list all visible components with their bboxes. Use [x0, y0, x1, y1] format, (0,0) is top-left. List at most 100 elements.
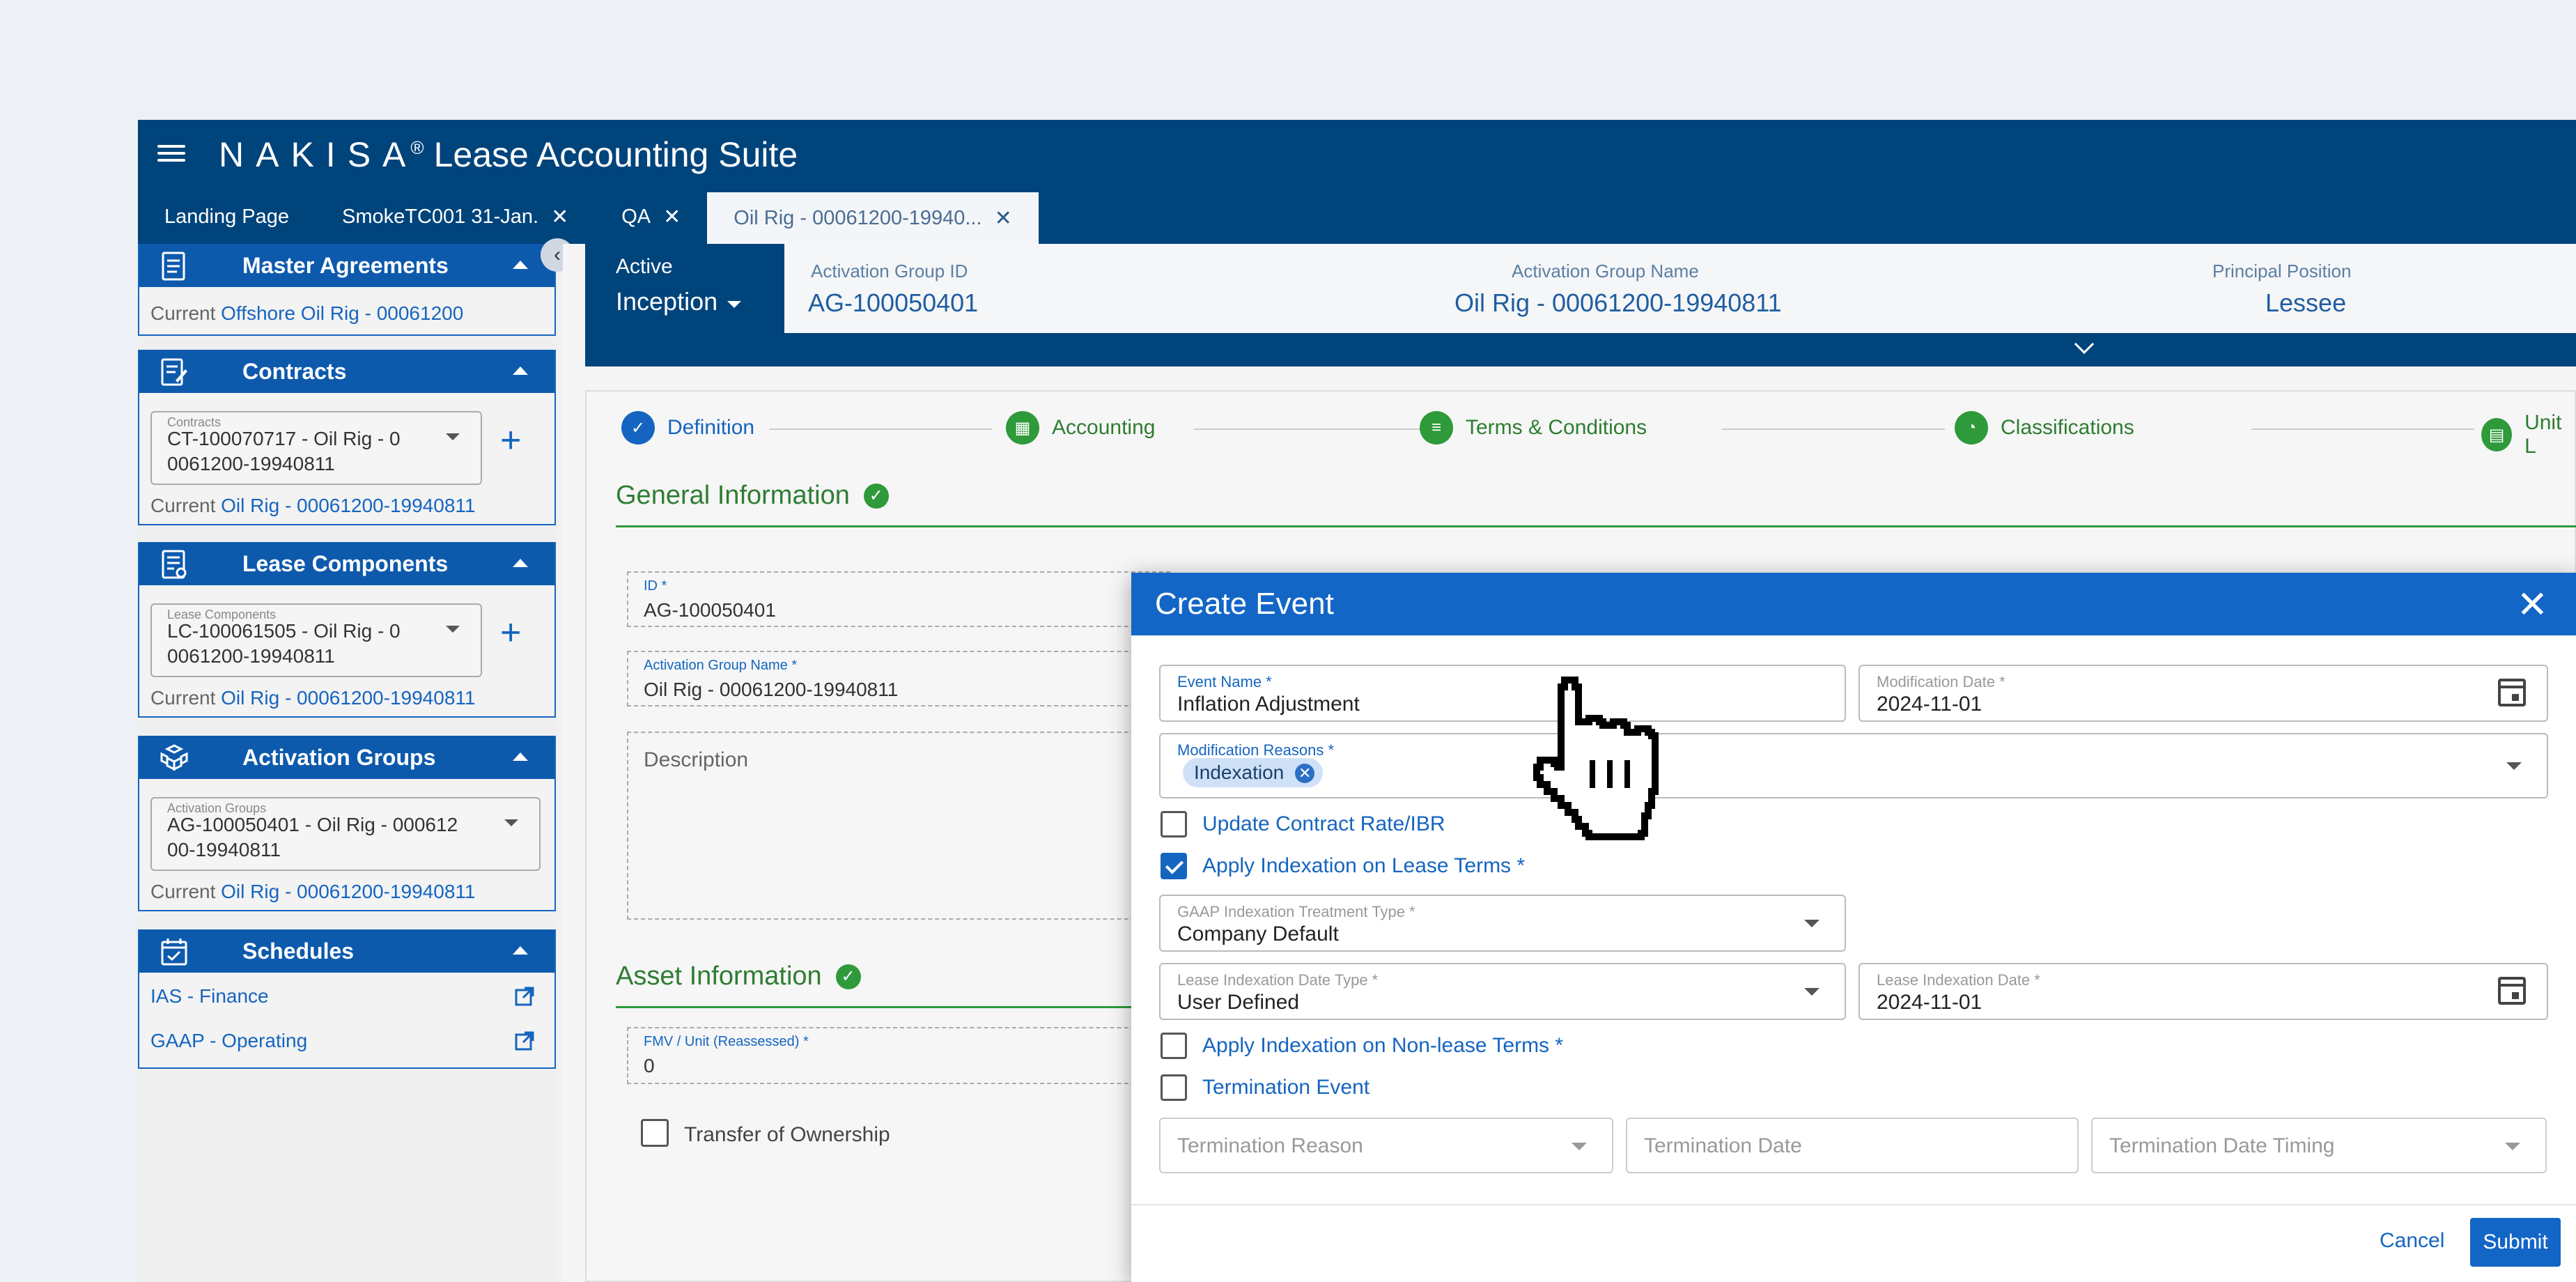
submit-button[interactable]: Submit	[2470, 1218, 2561, 1267]
current-link[interactable]: Oil Rig - 00061200-19940811	[221, 881, 475, 902]
modal-title: Create Event	[1155, 587, 1334, 621]
id-field[interactable]: ID * AG-100050401	[627, 571, 1170, 627]
reason-chip: Indexation ✕	[1183, 758, 1324, 787]
tab-bar: Landing Page SmokeTC001 31-Jan. ✕ QA ✕ Oil…	[138, 190, 2576, 244]
termination-event-checkbox[interactable]	[1161, 1074, 1187, 1101]
collapse-arrow-icon[interactable]	[513, 946, 528, 955]
update-contract-rate-checkbox[interactable]	[1161, 811, 1187, 837]
expand-chevron-icon[interactable]	[2074, 334, 2095, 355]
panel-header-activation-groups[interactable]: Activation Groups	[139, 736, 554, 779]
lease-components-select[interactable]: Lease Components LC-100061505 - Oil Rig …	[150, 603, 482, 677]
current-link[interactable]: Oil Rig - 00061200-19940811	[221, 495, 475, 516]
tab-qa[interactable]: QA ✕	[595, 191, 707, 242]
field-label: Activation Groups	[167, 801, 267, 815]
panel-master-agreements: Master Agreements Current Offshore Oil R…	[138, 244, 556, 336]
remove-chip-icon[interactable]: ✕	[1295, 764, 1315, 783]
panel-header-master-agreements[interactable]: Master Agreements	[139, 244, 554, 287]
collapse-arrow-icon[interactable]	[513, 559, 528, 567]
fmv-field[interactable]: FMV / Unit (Reassessed) * 0	[627, 1027, 1170, 1084]
gaap-indexation-select[interactable]: GAAP Indexation Treatment Type * Company…	[1159, 895, 1846, 952]
chevron-down-icon	[2505, 1143, 2520, 1150]
list-document-icon	[162, 550, 187, 579]
panel-header-schedules[interactable]: Schedules	[139, 929, 554, 973]
chevron-down-icon	[727, 301, 742, 308]
check-circle-icon: ✓	[621, 411, 655, 445]
non-lease-indexation-option[interactable]: Apply Indexation on Non-lease Terms *	[1161, 1033, 1563, 1059]
open-external-icon[interactable]	[514, 1030, 535, 1051]
schedule-link[interactable]: GAAP - Operating	[150, 1030, 307, 1052]
panel-title: Activation Groups	[242, 744, 436, 770]
cubes-icon	[160, 744, 188, 771]
schedule-link[interactable]: IAS - Finance	[150, 985, 269, 1007]
lease-indexation-date-field[interactable]: Lease Indexation Date * 2024-11-01	[1859, 963, 2548, 1020]
brand-logo: NAKISA®	[219, 135, 424, 174]
panel-header-contracts[interactable]: Contracts	[139, 350, 554, 393]
cancel-button[interactable]: Cancel	[2380, 1229, 2444, 1253]
top-bar: NAKISA® Lease Accounting Suite	[138, 120, 2576, 190]
add-contract-icon[interactable]: +	[500, 419, 521, 461]
add-lease-component-icon[interactable]: +	[500, 612, 521, 654]
close-icon[interactable]: ✕	[551, 205, 568, 229]
position-value: Lessee	[2265, 288, 2347, 317]
activation-groups-select[interactable]: Activation Groups AG-100050401 - Oil Rig…	[150, 797, 541, 871]
lease-indexation-date-type-select[interactable]: Lease Indexation Date Type * User Define…	[1159, 963, 1846, 1020]
tab-smoketc001[interactable]: SmokeTC001 31-Jan. ✕	[316, 191, 595, 242]
termination-reason-select[interactable]: Termination Reason	[1159, 1118, 1613, 1173]
termination-event-option[interactable]: Termination Event	[1161, 1074, 1370, 1101]
event-name-field[interactable]: Event Name * Inflation Adjustment	[1159, 665, 1846, 722]
current-link[interactable]: Offshore Oil Rig - 00061200	[221, 302, 463, 324]
collapse-arrow-icon[interactable]	[513, 752, 528, 761]
close-icon[interactable]: ✕	[663, 205, 681, 229]
modification-date-field[interactable]: Modification Date * 2024-11-01	[1859, 665, 2548, 722]
termination-date-timing-select[interactable]: Termination Date Timing	[2091, 1118, 2547, 1173]
non-lease-indexation-checkbox[interactable]	[1161, 1033, 1187, 1059]
info-details: Activation Group ID AG-100050401 Activat…	[784, 244, 2576, 333]
tag-icon: ◔	[1955, 411, 1988, 445]
apply-indexation-option[interactable]: Apply Indexation on Lease Terms *	[1161, 853, 1525, 879]
apply-indexation-checkbox[interactable]	[1161, 853, 1187, 879]
status-area: Active Inception	[585, 244, 784, 333]
chevron-down-icon	[1572, 1143, 1587, 1150]
step-connector	[1722, 428, 1945, 430]
calendar-icon[interactable]	[2498, 679, 2526, 706]
transfer-ownership-checkbox[interactable]	[641, 1119, 669, 1147]
document-icon	[162, 252, 185, 281]
termination-date-field[interactable]: Termination Date	[1626, 1118, 2079, 1173]
menu-icon[interactable]	[157, 141, 185, 169]
calculator-icon: ▦	[1006, 411, 1039, 445]
description-field[interactable]: Description	[627, 732, 1170, 920]
tab-oil-rig[interactable]: Oil Rig - 00061200-19940... ✕	[707, 192, 1039, 244]
panel-title: Lease Components	[242, 550, 449, 576]
step-definition[interactable]: ✓ Definition	[621, 411, 754, 445]
checkbox-label: Apply Indexation on Non-lease Terms *	[1202, 1034, 1564, 1057]
tab-landing-page[interactable]: Landing Page	[138, 191, 316, 242]
step-connector	[769, 428, 992, 430]
panel-title: Contracts	[242, 358, 347, 384]
close-icon[interactable]: ✕	[995, 206, 1012, 231]
contracts-select[interactable]: Contracts CT-100070717 - Oil Rig - 0 006…	[150, 411, 482, 485]
checkbox-label: Apply Indexation on Lease Terms *	[1202, 854, 1526, 877]
schedule-item[interactable]: GAAP - Operating	[139, 1019, 554, 1063]
close-icon[interactable]: ✕	[2517, 582, 2548, 626]
step-classifications[interactable]: ◔ Classifications	[1955, 411, 2134, 445]
step-terms-conditions[interactable]: ≡ Terms & Conditions	[1420, 411, 1647, 445]
step-accounting[interactable]: ▦ Accounting	[1006, 411, 1155, 445]
panel-title: Schedules	[242, 938, 355, 964]
group-name-value: Oil Rig - 00061200-19940811	[1454, 288, 1782, 317]
step-unit[interactable]: ▤ Unit L	[2481, 411, 2575, 458]
current-link[interactable]: Oil Rig - 00061200-19940811	[221, 687, 475, 709]
status-label: Active	[616, 255, 673, 278]
open-external-icon[interactable]	[514, 986, 535, 1007]
collapse-arrow-icon[interactable]	[513, 366, 528, 375]
activation-group-name-field[interactable]: Activation Group Name * Oil Rig - 000612…	[627, 651, 1170, 706]
schedule-item[interactable]: IAS - Finance	[139, 974, 554, 1019]
panel-header-lease-components[interactable]: Lease Components	[139, 542, 554, 585]
current-lease-component: Current Oil Rig - 00061200-19940811	[150, 687, 476, 709]
calendar-icon[interactable]	[2498, 977, 2526, 1005]
select-value-line2: 00-19940811	[167, 839, 281, 860]
update-contract-rate-option[interactable]: Update Contract Rate/IBR	[1161, 811, 1445, 837]
phase-dropdown[interactable]: Inception	[616, 287, 742, 316]
collapse-arrow-icon[interactable]	[513, 261, 528, 269]
hand-pointer-icon	[1533, 677, 1659, 840]
modification-reasons-field[interactable]: Modification Reasons * Indexation ✕	[1159, 733, 2548, 798]
